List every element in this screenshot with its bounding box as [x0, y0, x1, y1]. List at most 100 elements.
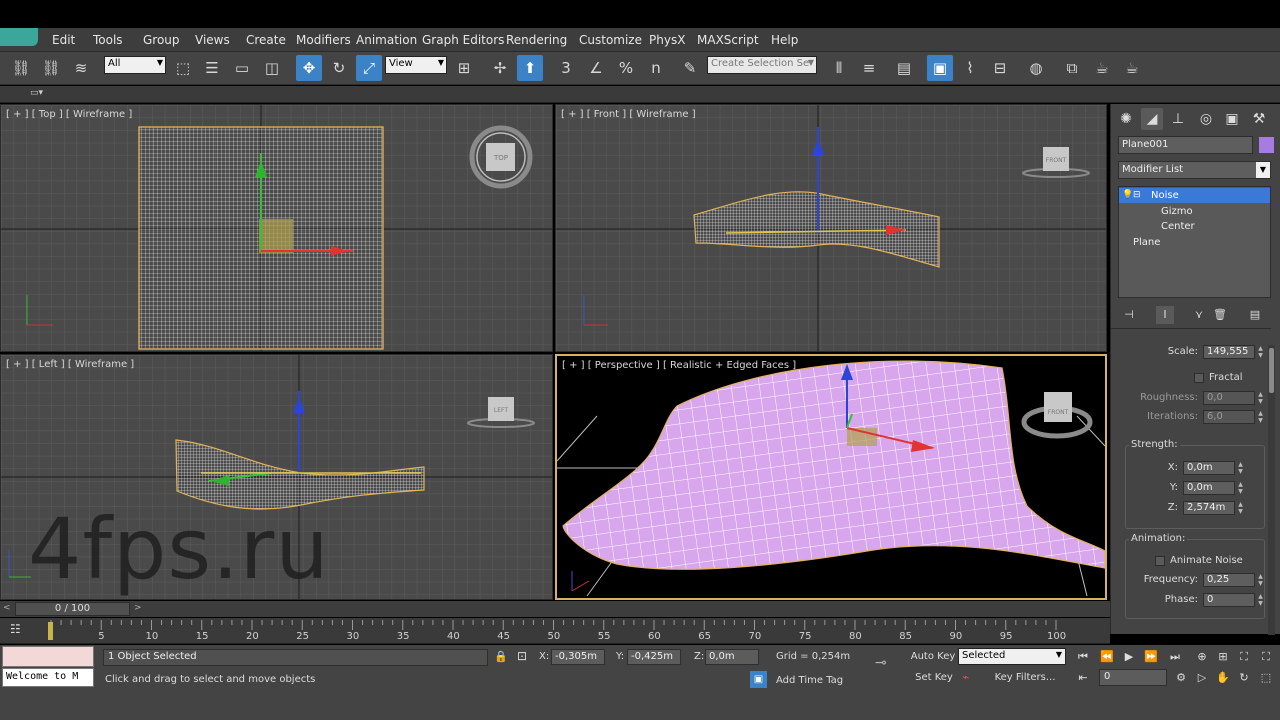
viewcube[interactable] — [1044, 392, 1072, 422]
select-and-scale-icon[interactable]: ⤢ — [356, 55, 382, 81]
frequency-spinner-arrows[interactable]: ▲ ▼ — [1256, 573, 1265, 587]
time-slider-next-icon[interactable]: > — [134, 603, 142, 613]
select-object-icon[interactable]: ⬚ — [170, 55, 196, 81]
motion-tab-icon[interactable]: ◎ — [1195, 108, 1217, 130]
curve-editor-icon[interactable]: ⌇ — [957, 55, 983, 81]
object-color-swatch[interactable] — [1259, 137, 1274, 153]
menu-customize[interactable]: Customize — [579, 33, 642, 47]
configure-sets-icon[interactable]: ▤ — [1246, 306, 1264, 324]
play-icon[interactable]: ▶ — [1119, 648, 1139, 666]
top-viewport-label[interactable]: [ + ] [ Top ] [ Wireframe ] — [6, 109, 132, 120]
menu-modifiers[interactable]: Modifiers — [296, 33, 351, 47]
front-viewport-label[interactable]: [ + ] [ Front ] [ Wireframe ] — [561, 109, 696, 120]
go-to-start-icon[interactable]: ⏮ — [1073, 648, 1093, 666]
viewport-top[interactable]: TOP [ + ] [ Top ] [ Wireframe ] — [0, 104, 553, 352]
scale-spinner-arrows[interactable]: ▲ ▼ — [1256, 345, 1265, 359]
menu-graph-editors[interactable]: Graph Editors — [422, 33, 504, 47]
lightbulb-icon[interactable]: 💡 — [1122, 188, 1133, 203]
maxscript-mini-listener[interactable] — [2, 646, 94, 667]
strength-z-spinner[interactable]: 2,574m — [1183, 501, 1235, 515]
remove-modifier-icon[interactable]: 🗑 — [1211, 306, 1229, 324]
roughness-spinner[interactable]: 0,0 — [1203, 391, 1255, 405]
menu-group[interactable]: Group — [143, 33, 180, 47]
render-production-icon[interactable]: ☕ — [1119, 55, 1145, 81]
go-to-end-icon[interactable]: ⏭ — [1165, 648, 1185, 666]
menu-views[interactable]: Views — [195, 33, 230, 47]
time-configuration-icon[interactable]: ⚙ — [1171, 669, 1191, 687]
time-slider-thumb[interactable]: 0 / 100 — [15, 602, 130, 616]
bind-to-space-warp-icon[interactable]: ≋ — [68, 55, 94, 81]
align-icon[interactable]: ≡ — [856, 55, 882, 81]
menu-create[interactable]: Create — [246, 33, 286, 47]
time-slider-prev-icon[interactable]: < — [3, 603, 11, 613]
mini-curve-editor-icon[interactable]: ☷ — [10, 622, 30, 638]
perspective-viewport-label[interactable]: [ + ] [ Perspective ] [ Realistic + Edge… — [562, 360, 796, 371]
auto-key-button[interactable]: Auto Key — [910, 649, 956, 666]
current-frame-field[interactable]: 0 — [1099, 669, 1167, 686]
select-by-name-icon[interactable]: ☰ — [199, 55, 225, 81]
stack-item-plane[interactable]: Plane — [1119, 235, 1270, 250]
render-setup-icon[interactable]: ⧉ — [1059, 55, 1085, 81]
create-tab-icon[interactable]: ✺ — [1115, 108, 1137, 130]
snaps-toggle-icon[interactable]: 3 — [553, 55, 579, 81]
strength-y-spinner-arrows[interactable]: ▲ ▼ — [1236, 481, 1245, 495]
reference-coordinate-dropdown[interactable]: View ▼ — [385, 56, 447, 74]
pin-stack-icon[interactable]: ⊣ — [1120, 306, 1138, 324]
stack-item-center[interactable]: Center — [1119, 219, 1270, 234]
keyboard-shortcut-override-icon[interactable]: ⬆ — [517, 55, 543, 81]
unlink-selection-icon[interactable]: ⛓ — [38, 55, 64, 81]
time-slider[interactable] — [0, 601, 1110, 617]
set-key-icon[interactable]: ⊸ — [875, 655, 887, 671]
move-gizmo-plane[interactable] — [259, 219, 293, 253]
collapse-toggle-icon[interactable]: ⊟ — [1133, 188, 1141, 203]
modify-tab-icon[interactable]: ◢ — [1141, 108, 1163, 130]
ribbon-toggle-icon[interactable]: ▭▾ — [30, 88, 52, 100]
menu-rendering[interactable]: Rendering — [506, 33, 567, 47]
key-tangent-icon[interactable]: ⌁ — [962, 670, 982, 687]
z-coord-field[interactable]: 0,0m — [705, 649, 759, 665]
pan-view-icon[interactable]: ✋ — [1213, 669, 1233, 687]
object-name-field[interactable]: Plane001 — [1118, 136, 1253, 154]
select-and-manipulate-icon[interactable]: ✢ — [487, 55, 513, 81]
menu-tools[interactable]: Tools — [93, 33, 123, 47]
roughness-spinner-arrows[interactable]: ▲ ▼ — [1256, 391, 1265, 405]
zoom-extents-all-icon[interactable]: ⛶ — [1256, 648, 1276, 666]
schematic-view-icon[interactable]: ⊟ — [987, 55, 1013, 81]
next-frame-icon[interactable]: ⏩ — [1141, 648, 1161, 666]
selection-lock-icon[interactable]: 🔒 — [494, 650, 508, 663]
frequency-spinner[interactable]: 0,25 — [1203, 573, 1255, 587]
material-editor-icon[interactable]: ◍ — [1023, 55, 1049, 81]
display-tab-icon[interactable]: ▣ — [1221, 108, 1243, 130]
strength-x-spinner-arrows[interactable]: ▲ ▼ — [1236, 461, 1245, 475]
y-coord-field[interactable]: -0,425m — [627, 649, 681, 665]
maximize-viewport-icon[interactable]: ⬚ — [1256, 669, 1276, 687]
percent-snap-icon[interactable]: % — [613, 55, 639, 81]
command-panel-scroll-thumb[interactable] — [1269, 348, 1274, 393]
show-end-result-icon[interactable]: Ι — [1156, 306, 1174, 324]
selection-filter-dropdown[interactable]: All ▼ — [104, 56, 166, 74]
application-logo-icon[interactable] — [0, 28, 38, 46]
utilities-tab-icon[interactable]: ⚒ — [1248, 108, 1270, 130]
menu-physx[interactable]: PhysX — [649, 33, 685, 47]
iterations-spinner[interactable]: 6,0 — [1203, 410, 1255, 424]
fractal-checkbox[interactable] — [1194, 373, 1204, 383]
viewport-perspective[interactable]: FRONT [ + ] [ Perspective ] [ Realistic … — [555, 354, 1107, 600]
layer-manager-icon[interactable]: ▤ — [891, 55, 917, 81]
edit-named-selection-icon[interactable]: ✎ — [677, 55, 703, 81]
maxscript-listener-output[interactable]: Welcome to M — [2, 668, 94, 687]
graphite-ribbon-icon[interactable]: ▣ — [927, 55, 953, 81]
key-mode-dropdown[interactable]: Selected ▼ — [958, 648, 1066, 665]
stack-item-noise[interactable]: 💡 ⊟ Noise — [1119, 188, 1270, 203]
add-time-tag-button[interactable]: Add Time Tag — [776, 675, 843, 686]
modifier-list-dropdown[interactable]: Modifier List ▼ — [1118, 161, 1271, 179]
rendered-frame-window-icon[interactable]: ☕ — [1089, 55, 1115, 81]
menu-maxscript[interactable]: MAXScript — [697, 33, 759, 47]
zoom-all-icon[interactable]: ⊞ — [1213, 648, 1233, 666]
strength-x-spinner[interactable]: 0,0m — [1183, 461, 1235, 475]
hierarchy-tab-icon[interactable]: ⊥ — [1167, 108, 1189, 130]
phase-spinner[interactable]: 0 — [1203, 593, 1255, 607]
x-coord-field[interactable]: -0,305m — [551, 649, 605, 665]
select-and-link-icon[interactable]: ⛓ — [8, 55, 34, 81]
named-selection-set-dropdown[interactable]: Create Selection Se ▼ — [707, 56, 817, 74]
scale-spinner[interactable]: 149,555 — [1203, 345, 1255, 359]
